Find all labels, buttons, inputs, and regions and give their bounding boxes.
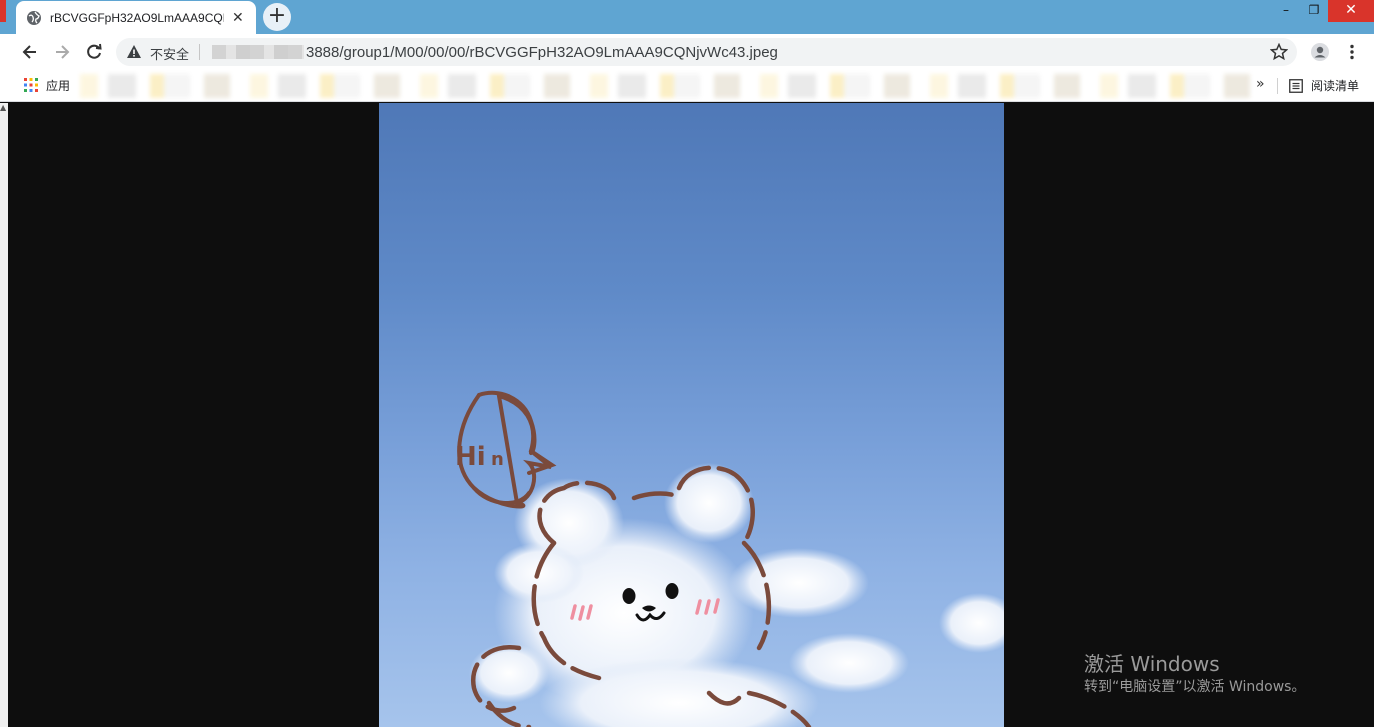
apps-bookmark[interactable]: 应用 xyxy=(46,77,70,94)
tab-close-icon[interactable]: ✕ xyxy=(232,10,244,26)
reading-list-button[interactable]: 阅读清单 xyxy=(1311,77,1359,94)
bookmarks-overflow-button[interactable]: » xyxy=(1256,76,1265,92)
toolbar: 不安全 3888/group1/M00/00/00/rBCVGGFpH32AO9… xyxy=(0,34,1374,70)
address-bar[interactable]: 不安全 3888/group1/M00/00/00/rBCVGGFpH32AO9… xyxy=(116,38,1297,66)
displayed-image[interactable]: Hi n xyxy=(379,103,1004,727)
window-close-button[interactable]: ✕ xyxy=(1328,0,1374,22)
menu-kebab-icon[interactable] xyxy=(1342,42,1362,62)
image-viewer: ▲ Hi n xyxy=(0,103,1374,727)
tab-title: rBCVGGFpH32AO9LmAAA9CQNjvWc43.jpeg xyxy=(50,10,224,25)
window-edge-marker xyxy=(0,0,6,22)
tab-active[interactable]: rBCVGGFpH32AO9LmAAA9CQNjvWc43.jpeg ✕ xyxy=(16,1,256,34)
url-text[interactable]: 3888/group1/M00/00/00/rBCVGGFpH32AO9LmAA… xyxy=(306,44,778,61)
restore-button[interactable]: ❐ xyxy=(1300,0,1328,22)
bookmark-star-icon[interactable] xyxy=(1270,43,1288,61)
warning-triangle-icon[interactable] xyxy=(126,44,142,60)
clouds xyxy=(469,463,1004,727)
activation-watermark-title: 激活 Windows xyxy=(1084,652,1220,676)
back-arrow-icon[interactable] xyxy=(20,42,40,62)
security-status[interactable]: 不安全 xyxy=(150,44,189,63)
scroll-arrow-icon: ▲ xyxy=(0,103,7,112)
forward-arrow-icon[interactable] xyxy=(52,42,72,62)
reload-icon[interactable] xyxy=(84,42,104,62)
minimize-button[interactable]: – xyxy=(1272,0,1300,22)
redacted-host xyxy=(212,45,304,59)
window-controls: – ❐ ✕ xyxy=(1272,0,1374,22)
reading-list-icon[interactable] xyxy=(1289,79,1303,93)
left-edge-strip: ▲ xyxy=(0,103,8,727)
globe-icon xyxy=(27,10,41,25)
bookmarks-bar: 应用 » 阅读清单 xyxy=(0,70,1374,102)
address-separator xyxy=(199,44,200,60)
profile-avatar-icon[interactable] xyxy=(1310,42,1330,62)
new-tab-button[interactable]: + xyxy=(263,3,291,31)
activation-watermark-subtitle: 转到“电脑设置”以激活 Windows。 xyxy=(1084,679,1306,695)
apps-grid-icon[interactable] xyxy=(24,78,38,92)
speech-bubble-text: Hi xyxy=(455,442,486,472)
speech-bubble-n: n xyxy=(491,449,504,470)
sky-bear-illustration: Hi n xyxy=(455,390,1004,727)
redacted-bookmarks[interactable] xyxy=(80,74,1250,98)
tab-strip: rBCVGGFpH32AO9LmAAA9CQNjvWc43.jpeg ✕ + –… xyxy=(0,0,1374,34)
bookmarks-divider xyxy=(1277,78,1278,94)
